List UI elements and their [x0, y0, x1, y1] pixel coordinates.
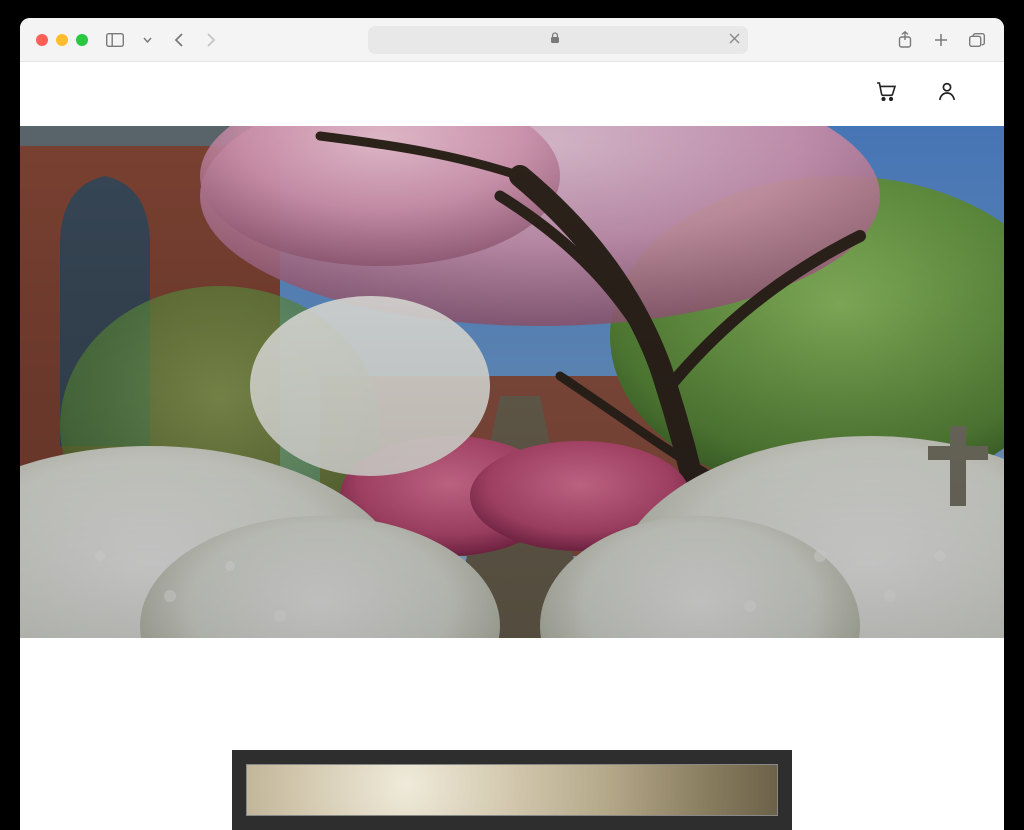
address-bar[interactable] — [368, 26, 748, 54]
site-nav — [20, 62, 1004, 126]
tab-overview-icon[interactable] — [966, 29, 988, 51]
sidebar-toggle-icon[interactable] — [104, 29, 126, 51]
window-controls — [36, 34, 88, 46]
new-tab-icon[interactable] — [930, 29, 952, 51]
maximize-window-button[interactable] — [76, 34, 88, 46]
forward-button[interactable] — [200, 29, 222, 51]
minimize-window-button[interactable] — [56, 34, 68, 46]
lock-icon — [550, 32, 560, 47]
browser-window — [20, 18, 1004, 830]
hero-section — [20, 126, 1004, 638]
back-button[interactable] — [168, 29, 190, 51]
close-window-button[interactable] — [36, 34, 48, 46]
share-icon[interactable] — [894, 29, 916, 51]
hero-overlay — [20, 126, 1004, 638]
stop-reload-icon[interactable] — [729, 32, 740, 47]
account-icon[interactable] — [938, 82, 956, 106]
cart-icon[interactable] — [876, 82, 896, 106]
content-section — [20, 638, 1004, 830]
toolbar-dropdown-icon[interactable] — [136, 29, 158, 51]
framed-image — [232, 750, 792, 830]
browser-toolbar — [20, 18, 1004, 62]
